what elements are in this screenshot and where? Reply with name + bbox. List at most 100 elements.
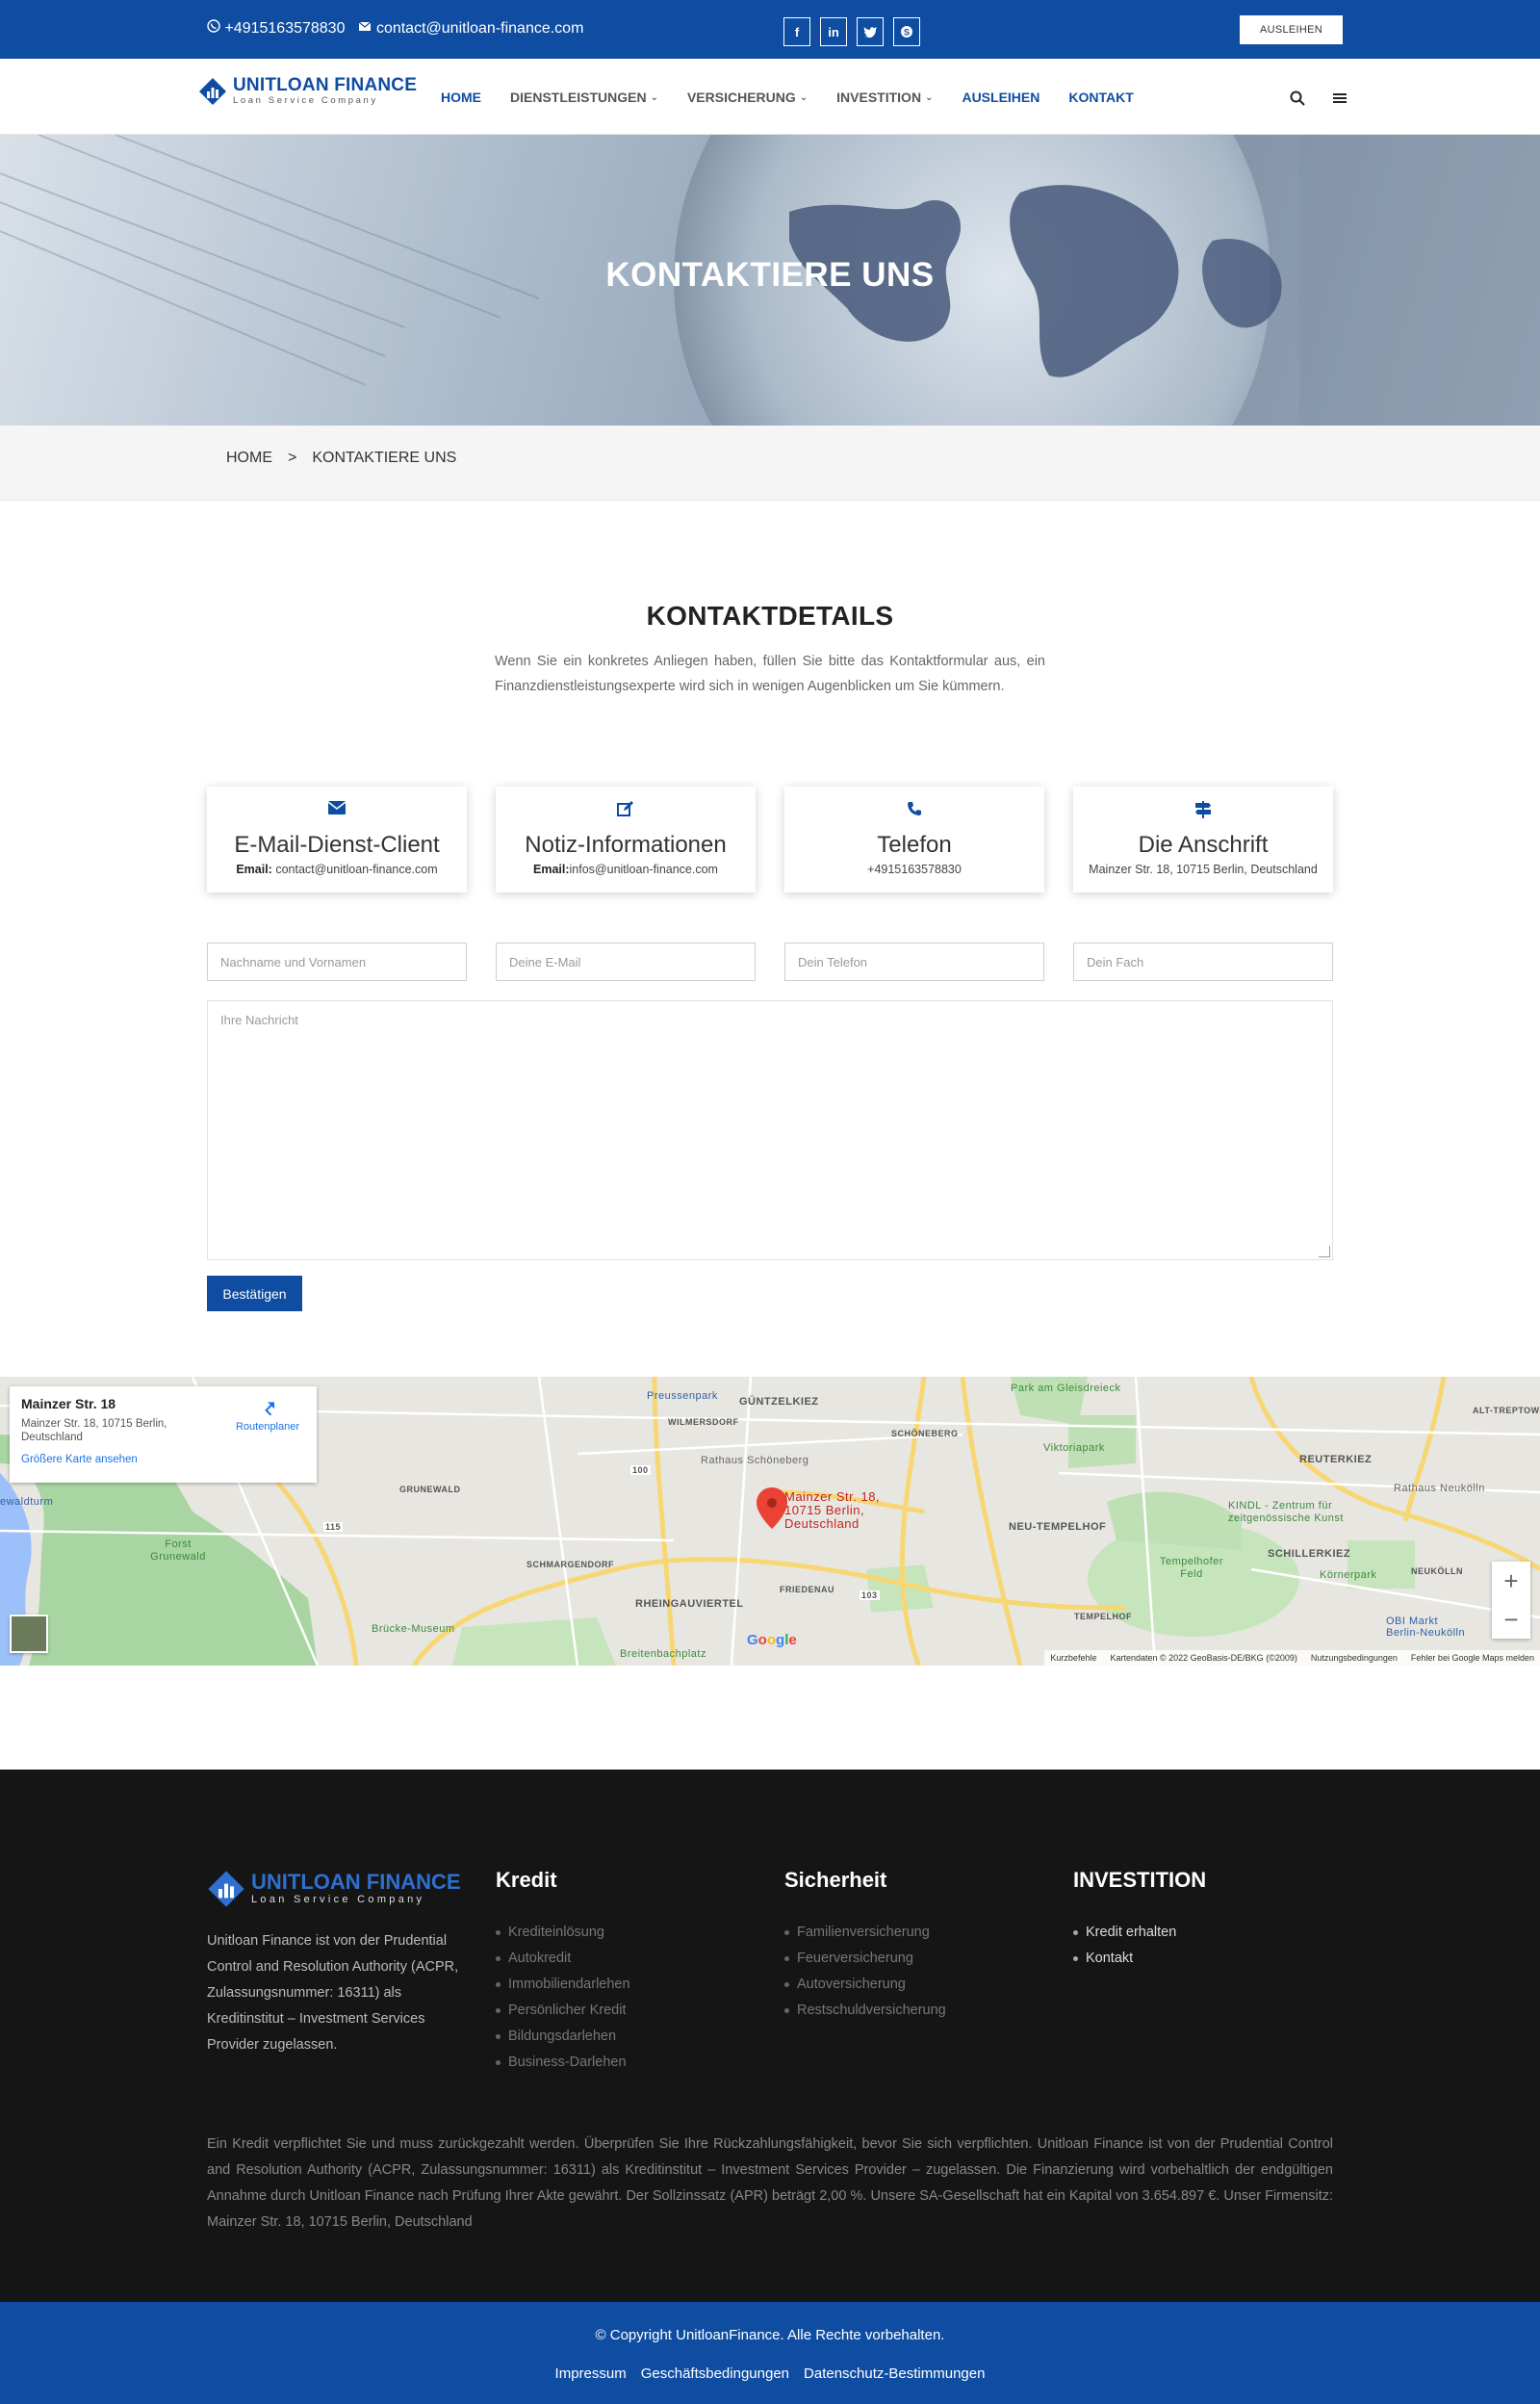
email-link[interactable]: contact@unitloan-finance.com bbox=[358, 19, 583, 38]
nav-item-services[interactable]: DIENSTLEISTUNGEN ⌄ bbox=[510, 90, 658, 105]
chevron-down-icon: ⌄ bbox=[925, 91, 934, 103]
resize-handle[interactable] bbox=[1319, 1246, 1330, 1257]
phone-input[interactable]: Dein Telefon bbox=[784, 943, 1044, 981]
footer-link-label: Kredit erhalten bbox=[1086, 1925, 1177, 1940]
footer-brand-name: UNITLOAN FINANCE bbox=[251, 1870, 461, 1894]
twitter-icon[interactable] bbox=[857, 17, 884, 46]
footer-link[interactable]: Autoversicherung bbox=[784, 1972, 946, 1998]
nav-item-home[interactable]: HOME bbox=[441, 90, 481, 105]
zoom-in-button[interactable]: + bbox=[1492, 1562, 1530, 1600]
satellite-toggle[interactable] bbox=[10, 1615, 48, 1653]
footer-link[interactable]: Persönlicher Kredit bbox=[496, 1998, 630, 2024]
map-place-address: Mainzer Str. 18, 10715 Berlin, Deutschla… bbox=[21, 1418, 167, 1443]
nav-label: KONTAKT bbox=[1068, 90, 1134, 105]
terms-link[interactable]: Geschäftsbedingungen bbox=[641, 2365, 789, 2382]
nav-item-borrow[interactable]: AUSLEIHEN bbox=[962, 90, 1040, 105]
footer-link[interactable]: Bildungsdarlehen bbox=[496, 2024, 630, 2050]
email-input[interactable]: Deine E-Mail bbox=[496, 943, 756, 981]
footer-logo[interactable]: UNITLOAN FINANCE Loan Service Company bbox=[207, 1870, 461, 1908]
imprint-link[interactable]: Impressum bbox=[555, 2365, 627, 2382]
map-terms-link[interactable]: Nutzungsbedingungen bbox=[1311, 1653, 1398, 1663]
logo[interactable]: UNITLOAN FINANCE Loan Service Company bbox=[198, 76, 417, 107]
submit-button[interactable]: Bestätigen bbox=[207, 1276, 302, 1311]
map-label: Rathaus Neukölln bbox=[1394, 1483, 1485, 1494]
card-heading: Notiz-Informationen bbox=[525, 832, 727, 858]
map-marker-label: Mainzer Str. 18, 10715 Berlin, Deutschla… bbox=[784, 1489, 881, 1531]
nav-label: HOME bbox=[441, 90, 481, 105]
footer-link[interactable]: Familienversicherung bbox=[784, 1920, 946, 1946]
name-input[interactable]: Nachname und Vornamen bbox=[207, 943, 467, 981]
map-label: NEUKÖLLN bbox=[1411, 1566, 1463, 1576]
map-label: Forst Grunewald bbox=[150, 1538, 206, 1563]
menu: HOME DIENSTLEISTUNGEN ⌄ VERSICHERUNG ⌄ INV… bbox=[441, 90, 1163, 105]
breadcrumb: HOME > KONTAKTIERE UNS bbox=[0, 426, 1540, 501]
larger-map-link[interactable]: Größere Karte ansehen bbox=[21, 1454, 305, 1465]
map-label: Preussenpark bbox=[647, 1390, 718, 1402]
linkedin-icon[interactable]: in bbox=[820, 17, 847, 46]
highway-shield: 103 bbox=[860, 1590, 880, 1600]
email-text: contact@unitloan-finance.com bbox=[375, 20, 584, 37]
phone-link[interactable]: +4915163578830 bbox=[207, 19, 345, 38]
zoom-controls: + − bbox=[1492, 1562, 1530, 1639]
card-detail-value[interactable]: contact@unitloan-finance.com bbox=[272, 863, 437, 876]
footer-link[interactable]: Autokredit bbox=[496, 1946, 630, 1972]
directions-button[interactable]: Routenplaner bbox=[229, 1398, 306, 1433]
legal-links: Impressum Geschäftsbedingungen Datenschu… bbox=[0, 2365, 1540, 2382]
map-report-link[interactable]: Fehler bei Google Maps melden bbox=[1411, 1653, 1534, 1663]
footer-link[interactable]: Krediteinlösung bbox=[496, 1920, 630, 1946]
footer-link[interactable]: Restschuldversicherung bbox=[784, 1998, 946, 2024]
message-textarea[interactable]: Ihre Nachricht bbox=[207, 1000, 1333, 1260]
footer-link[interactable]: Feuerversicherung bbox=[784, 1946, 946, 1972]
google-map[interactable]: Preussenpark GÜNTZELKIEZ WILMERSDORF SCH… bbox=[0, 1377, 1540, 1666]
facebook-icon[interactable]: f bbox=[783, 17, 810, 46]
map-shortcuts-link[interactable]: Kurzbefehle bbox=[1050, 1653, 1096, 1663]
footer-link-label: Restschuldversicherung bbox=[797, 2003, 946, 2018]
brand-name: UNITLOAN FINANCE bbox=[233, 75, 418, 95]
footer-link[interactable]: Immobiliendarlehen bbox=[496, 1972, 630, 1998]
nav-item-insurance[interactable]: VERSICHERUNG ⌄ bbox=[687, 90, 808, 105]
zoom-out-button[interactable]: − bbox=[1492, 1600, 1530, 1639]
borrow-button[interactable]: AUSLEIHEN bbox=[1240, 15, 1343, 44]
card-detail-value[interactable]: infos@unitloan-finance.com bbox=[570, 863, 718, 876]
envelope-icon bbox=[328, 801, 346, 814]
footer-link-label: Persönlicher Kredit bbox=[508, 2003, 627, 2018]
card-detail-value[interactable]: +4915163578830 bbox=[867, 863, 962, 876]
card-detail: Email:infos@unitloan-finance.com bbox=[496, 863, 756, 876]
map-label: GRUNEWALD bbox=[399, 1485, 461, 1494]
breadcrumb-current: KONTAKTIERE UNS bbox=[312, 450, 457, 466]
brand-tagline: Loan Service Company bbox=[233, 95, 378, 106]
svg-text:S: S bbox=[904, 28, 910, 38]
contact-card-email: E-Mail-Dienst-Client Email: contact@unit… bbox=[207, 787, 467, 892]
phone-icon bbox=[908, 802, 921, 815]
footer-link-label: Familienversicherung bbox=[797, 1925, 930, 1940]
subject-input[interactable]: Dein Fach bbox=[1073, 943, 1333, 981]
skype-icon[interactable]: S bbox=[893, 17, 920, 46]
footer-link-label: Bildungsdarlehen bbox=[508, 2029, 617, 2044]
map-label: Körnerpark bbox=[1320, 1569, 1377, 1581]
main-navigation: UNITLOAN FINANCE Loan Service Company HO… bbox=[0, 59, 1540, 135]
nav-item-contact[interactable]: KONTAKT bbox=[1068, 90, 1133, 105]
map-label: SCHMARGENDORF bbox=[526, 1560, 614, 1569]
footer-link[interactable]: Business-Darlehen bbox=[496, 2050, 630, 2076]
footer-column-heading: INVESTITION bbox=[1073, 1868, 1207, 1892]
map-label: OBI Markt Berlin-Neukölln bbox=[1386, 1616, 1466, 1639]
search-icon[interactable] bbox=[1290, 90, 1305, 106]
contact-card-phone: Telefon +4915163578830 bbox=[784, 787, 1044, 892]
card-detail-label: Email: bbox=[236, 863, 272, 876]
map-attribution: Kurzbefehle Kartendaten © 2022 GeoBasis-… bbox=[1044, 1650, 1540, 1666]
breadcrumb-home[interactable]: HOME bbox=[226, 450, 272, 467]
footer-link[interactable]: Kredit erhalten bbox=[1073, 1920, 1206, 1946]
card-detail: +4915163578830 bbox=[784, 863, 1044, 876]
footer-bottom-bar: © Copyright UnitloanFinance. Alle Rechte… bbox=[0, 2302, 1540, 2404]
menu-icon[interactable] bbox=[1332, 90, 1348, 106]
map-label: Park am Gleisdreieck bbox=[1011, 1383, 1121, 1394]
footer-link[interactable]: Kontakt bbox=[1073, 1946, 1206, 1972]
top-bar: +4915163578830 contact@unitloan-finance.… bbox=[0, 0, 1540, 59]
contact-cards: E-Mail-Dienst-Client Email: contact@unit… bbox=[207, 787, 1333, 892]
nav-item-investment[interactable]: INVESTITION ⌄ bbox=[836, 90, 933, 105]
card-detail-label: Email: bbox=[533, 863, 570, 876]
map-data-text: Kartendaten © 2022 GeoBasis-DE/BKG (©200… bbox=[1110, 1653, 1297, 1663]
envelope-icon bbox=[359, 21, 372, 31]
phone-text: +4915163578830 bbox=[224, 20, 346, 37]
privacy-link[interactable]: Datenschutz-Bestimmungen bbox=[804, 2365, 985, 2382]
